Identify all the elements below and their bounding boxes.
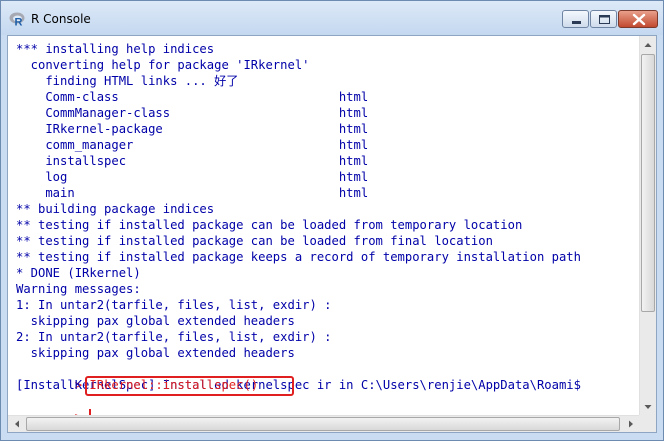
highlight-box xyxy=(85,376,295,396)
console-line: ** testing if installed package keeps a … xyxy=(16,250,581,264)
r-console-window: R R Console *** installing help indices … xyxy=(0,0,664,441)
console-line: finding HTML links ... 好了 xyxy=(16,74,239,88)
console-line: IRkernel-package html xyxy=(16,122,369,136)
console-line: skipping pax global extended headers xyxy=(16,314,295,328)
close-button[interactable] xyxy=(618,10,658,28)
horizontal-scroll-thumb[interactable] xyxy=(26,417,620,431)
console-line: * DONE (IRkernel) xyxy=(16,266,141,280)
console-line: 2: In untar2(tarfile, files, list, exdir… xyxy=(16,330,332,344)
console-line: ** building package indices xyxy=(16,202,215,216)
scroll-up-arrow-icon[interactable] xyxy=(640,37,656,53)
console-line: Comm-class html xyxy=(16,90,369,104)
maximize-icon xyxy=(599,15,610,24)
command-line: > IRkernel::installspec() xyxy=(16,361,640,396)
minimize-button[interactable] xyxy=(562,10,589,28)
minimize-icon xyxy=(572,21,581,24)
svg-text:R: R xyxy=(15,17,23,28)
window-title: R Console xyxy=(31,12,91,26)
console-line: skipping pax global extended headers xyxy=(16,346,295,360)
console-line: comm_manager html xyxy=(16,138,369,152)
title-bar[interactable]: R R Console xyxy=(1,1,663,35)
scroll-down-arrow-icon[interactable] xyxy=(640,399,656,415)
console-line: Warning messages: xyxy=(16,282,141,296)
console-lines: *** installing help indices converting h… xyxy=(16,41,640,361)
scroll-right-arrow-icon[interactable] xyxy=(623,416,639,432)
scrollbar-corner xyxy=(639,415,656,432)
console-line: installspec html xyxy=(16,154,369,168)
maximize-button[interactable] xyxy=(590,10,617,28)
console-line: ** testing if installed package can be l… xyxy=(16,234,493,248)
console-line: 1: In untar2(tarfile, files, list, exdir… xyxy=(16,298,332,312)
r-logo-icon: R xyxy=(9,12,25,28)
console-line: ** testing if installed package can be l… xyxy=(16,218,523,232)
console-output[interactable]: *** installing help indices converting h… xyxy=(8,36,640,416)
horizontal-scrollbar[interactable] xyxy=(8,415,640,432)
console-line: converting help for package 'IRkernel' xyxy=(16,58,310,72)
highlighted-command: IRkernel::installspec() xyxy=(85,376,295,396)
console-line: *** installing help indices xyxy=(16,42,215,56)
close-icon xyxy=(632,13,646,26)
console-line: CommManager-class html xyxy=(16,106,369,120)
scroll-left-arrow-icon[interactable] xyxy=(9,416,25,432)
vertical-scroll-thumb[interactable] xyxy=(641,54,655,312)
console-line: log html xyxy=(16,170,369,184)
vertical-scrollbar[interactable] xyxy=(639,36,656,416)
console-line: main html xyxy=(16,186,369,200)
console-area: *** installing help indices converting h… xyxy=(7,35,657,433)
